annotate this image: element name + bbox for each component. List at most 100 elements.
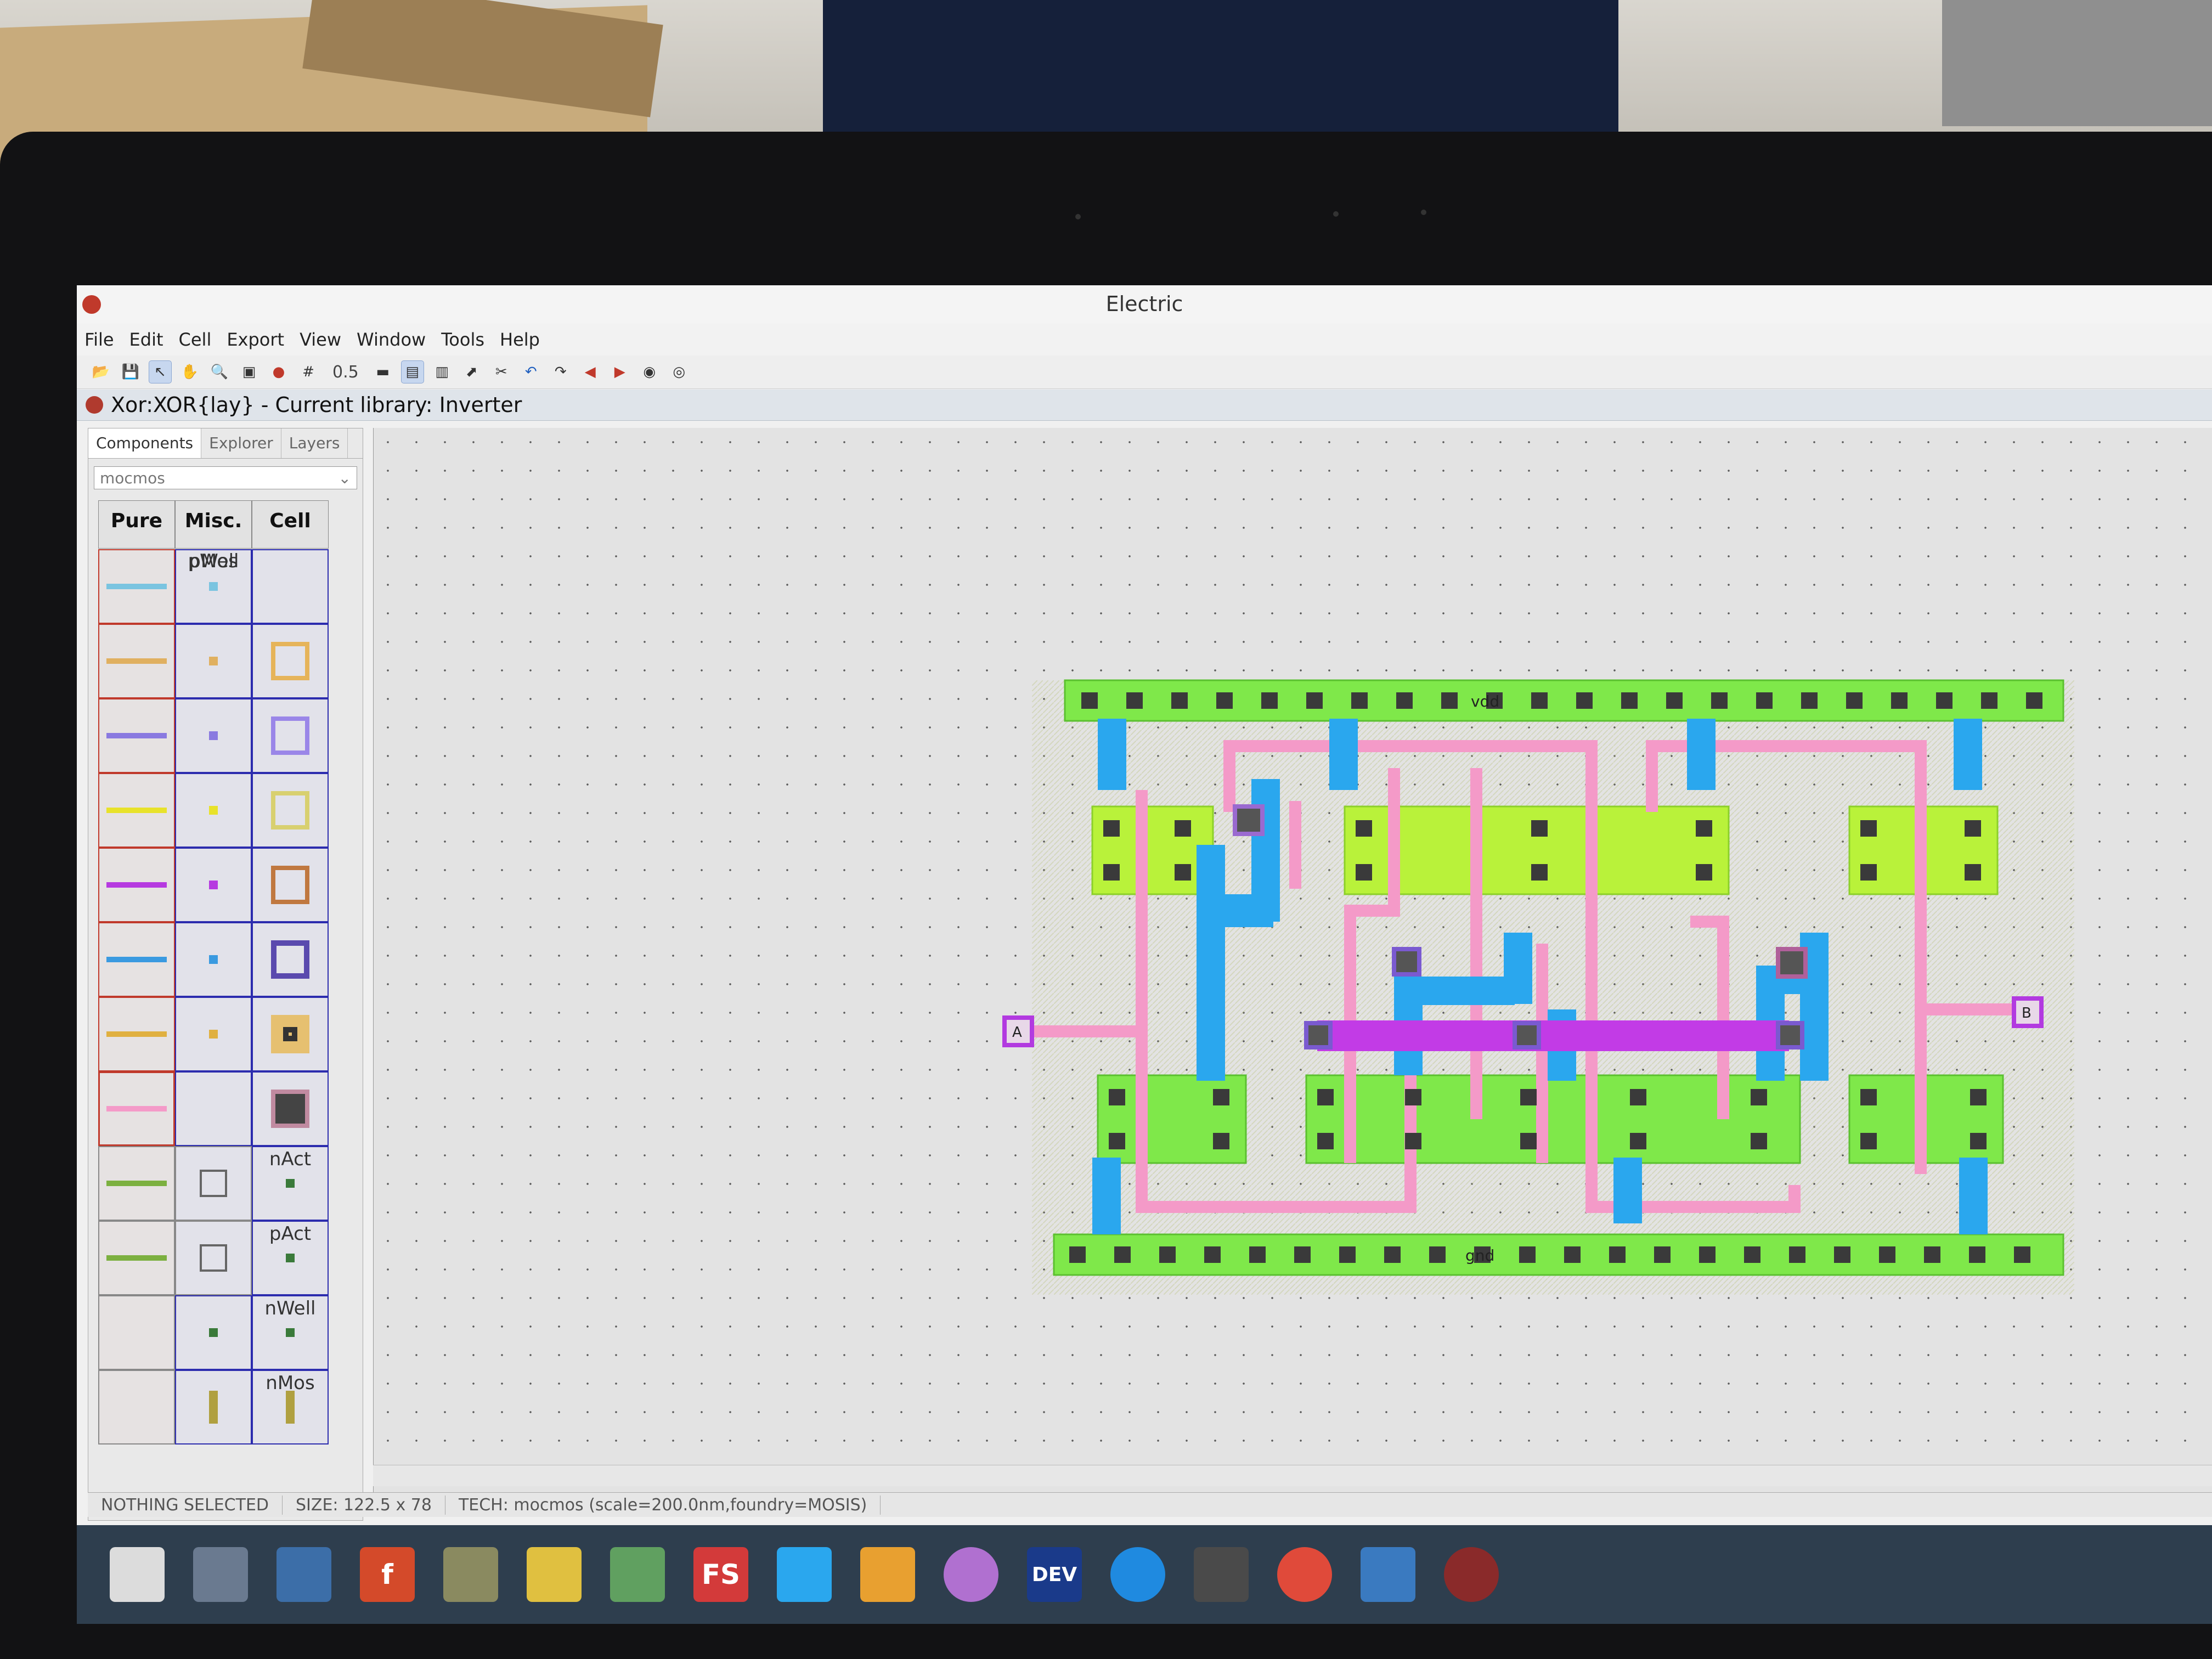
palette-contact[interactable] — [252, 698, 329, 773]
palette-header-misc[interactable]: Misc. — [175, 500, 252, 549]
snipping-tool-icon[interactable] — [1194, 1547, 1249, 1602]
palette-pwell[interactable]: pWell — [175, 550, 252, 1370]
save-icon[interactable]: 💾 — [120, 361, 142, 383]
palette-pin[interactable] — [175, 997, 252, 1071]
toolbar: 📂 💾 ↖ ✋ 🔍 ▣ ● # 0.5 ▬ ▤ ▥ ⬈ ✂ ↶ ↷ ◀ ▶ ◉ … — [77, 356, 2212, 389]
palette-arc-metal4[interactable] — [98, 848, 175, 922]
menu-view[interactable]: View — [292, 329, 349, 350]
tab-layers[interactable]: Layers — [281, 428, 348, 458]
palette-header: Pure Misc. Cell — [98, 500, 363, 549]
palette-poly-contact[interactable] — [252, 1071, 329, 1146]
palette-pin[interactable] — [175, 922, 252, 997]
palette-contact[interactable] — [252, 922, 329, 997]
menu-edit[interactable]: Edit — [122, 329, 171, 350]
pan-hand-icon[interactable]: ✋ — [179, 361, 201, 383]
palette-row — [98, 698, 329, 773]
usb-tool-icon[interactable] — [443, 1547, 498, 1602]
menu-window[interactable]: Window — [349, 329, 433, 350]
palette-pin[interactable] — [175, 624, 252, 698]
technology-select[interactable]: mocmos ⌄ — [94, 466, 357, 489]
hide-layers-icon[interactable]: ◎ — [668, 361, 690, 383]
palette-pact[interactable]: pAct — [252, 1221, 329, 1295]
zoom-icon[interactable]: 🔍 — [208, 361, 230, 383]
palette-nmos[interactable]: nMos — [252, 1370, 329, 1444]
select-area-icon[interactable]: ▥ — [431, 361, 453, 383]
palette-empty — [98, 1370, 175, 1444]
gnd-label: gnd — [1465, 1246, 1494, 1265]
text-editor-icon[interactable] — [527, 1547, 582, 1602]
palette-arc-metal3[interactable] — [98, 698, 175, 773]
palette-pin[interactable] — [175, 1221, 252, 1295]
redo-icon[interactable]: ↷ — [550, 361, 572, 383]
windows-start-icon[interactable] — [110, 1547, 165, 1602]
palette-arc-poly[interactable] — [98, 773, 175, 848]
python-icon[interactable] — [276, 1547, 331, 1602]
palette-arc-pactive[interactable] — [98, 1221, 175, 1295]
palette-nwell[interactable]: nWell — [252, 1295, 329, 1370]
grid-icon[interactable]: # — [297, 361, 319, 383]
doc-app-icon[interactable] — [777, 1547, 832, 1602]
palette-contact[interactable] — [252, 848, 329, 922]
background-door — [1942, 0, 2212, 126]
forward-arrow-icon[interactable]: ▶ — [609, 361, 631, 383]
tab-explorer[interactable]: Explorer — [201, 428, 281, 458]
port-b[interactable]: B — [2012, 996, 2044, 1028]
full-arrow-icon[interactable]: ▬ — [372, 361, 394, 383]
menu-export[interactable]: Export — [219, 329, 292, 350]
fs-app-icon[interactable]: FS — [693, 1547, 748, 1602]
port-b-label: B — [2022, 1005, 2032, 1022]
sensor-dot — [1421, 210, 1426, 215]
palette-arc-metal6[interactable] — [98, 997, 175, 1071]
palette-via[interactable] — [252, 997, 329, 1071]
port-a[interactable]: A — [1002, 1015, 1034, 1047]
undo-icon[interactable]: ↶ — [520, 361, 542, 383]
palette-pin[interactable] — [175, 848, 252, 922]
vdd-rail[interactable] — [1064, 679, 2064, 722]
select-objects-icon[interactable]: ▤ — [400, 360, 424, 383]
layout-canvas[interactable]: vdd gnd A B — [373, 428, 2212, 1514]
menu-tools[interactable]: Tools — [433, 329, 492, 350]
photos-icon[interactable] — [1361, 1547, 1415, 1602]
show-layers-icon[interactable]: ◉ — [639, 361, 661, 383]
office-app-icon[interactable] — [860, 1547, 915, 1602]
select-arrow-icon[interactable]: ↖ — [149, 360, 172, 383]
open-folder-icon[interactable]: 📂 — [90, 361, 112, 383]
palette-contact[interactable] — [252, 773, 329, 848]
tab-components[interactable]: Components — [88, 428, 202, 458]
foxit-icon[interactable]: f — [360, 1547, 415, 1602]
palette-nact[interactable]: nAct — [252, 1146, 329, 1221]
recorder-icon[interactable] — [1444, 1547, 1499, 1602]
cut-icon[interactable]: ✂ — [490, 361, 512, 383]
palette-pmos[interactable]: pMos — [175, 550, 252, 1444]
palette-arc-poly2[interactable] — [98, 1071, 175, 1146]
3d-viewer-icon[interactable] — [193, 1547, 248, 1602]
palette-arc-metal2[interactable] — [98, 624, 175, 698]
palette-label-pact: pAct — [269, 1223, 312, 1245]
grid-value[interactable]: 0.5 — [327, 363, 364, 382]
close-document-icon[interactable] — [86, 396, 103, 414]
color-picker-icon[interactable] — [944, 1547, 998, 1602]
palette-header-pure[interactable]: Pure — [98, 500, 175, 549]
dev-cpp-icon[interactable]: DEV — [1027, 1547, 1082, 1602]
menu-cell[interactable]: Cell — [171, 329, 219, 350]
palette-pin[interactable] — [175, 698, 252, 773]
document-title: Xor:XOR{lay} - Current library: Inverter — [111, 393, 522, 417]
back-arrow-icon[interactable]: ◀ — [579, 361, 601, 383]
palette-label-nwell: nWell — [264, 1297, 316, 1319]
menu-help[interactable]: Help — [492, 329, 548, 350]
edge-icon[interactable] — [1110, 1547, 1165, 1602]
outline-icon[interactable]: ● — [268, 361, 290, 383]
palette-arc-metal5[interactable] — [98, 922, 175, 997]
screen-capture-icon[interactable] — [610, 1547, 665, 1602]
palette-header-cell[interactable]: Cell — [252, 500, 329, 549]
selection-mode-icon[interactable]: ⬈ — [461, 361, 483, 383]
zoom-fit-icon[interactable]: ▣ — [238, 361, 260, 383]
horizontal-scrollbar[interactable] — [373, 1465, 2212, 1486]
palette-pin[interactable] — [175, 773, 252, 848]
menu-file[interactable]: File — [77, 329, 122, 350]
palette-arc-nactive[interactable] — [98, 1146, 175, 1221]
chrome-icon[interactable] — [1277, 1547, 1332, 1602]
palette-row — [98, 997, 329, 1071]
palette-contact[interactable] — [252, 624, 329, 698]
palette-pin[interactable] — [175, 1146, 252, 1221]
